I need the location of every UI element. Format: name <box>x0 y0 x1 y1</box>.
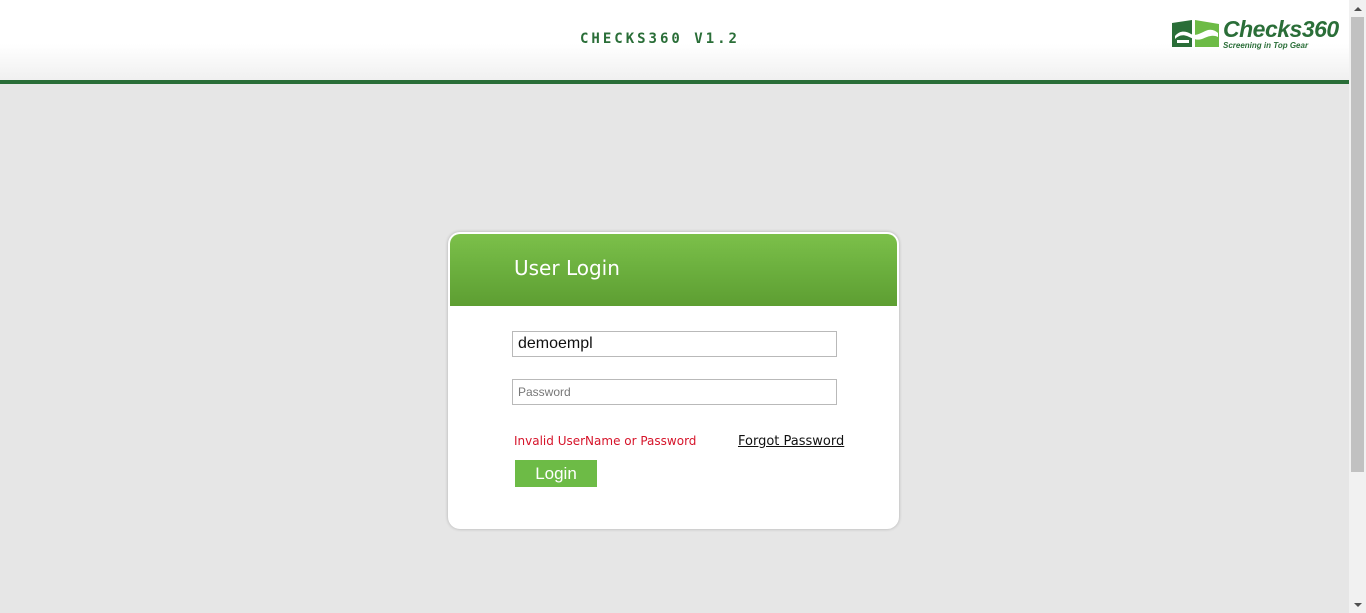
scroll-up-button[interactable] <box>1349 0 1366 17</box>
brand-logo[interactable]: Checks360 Screening in Top Gear <box>1171 16 1341 52</box>
login-panel-header: User Login <box>450 234 897 306</box>
scroll-down-button[interactable] <box>1349 596 1366 613</box>
login-title: User Login <box>514 256 620 280</box>
logo-wordmark: Checks360 <box>1223 16 1339 42</box>
login-error-message: Invalid UserName or Password <box>514 434 697 448</box>
password-input[interactable] <box>512 379 837 405</box>
logo-tagline: Screening in Top Gear <box>1223 41 1309 50</box>
scrollbar-thumb[interactable] <box>1351 17 1364 472</box>
vertical-scrollbar[interactable] <box>1349 0 1366 613</box>
page: CHECKS360 V1.2 Checks360 Screening in To… <box>0 0 1349 613</box>
forgot-password-link[interactable]: Forgot Password <box>738 434 844 449</box>
top-header: CHECKS360 V1.2 Checks360 Screening in To… <box>0 0 1349 84</box>
login-button[interactable]: Login <box>515 460 597 487</box>
chevron-up-icon <box>1353 6 1362 11</box>
app-title: CHECKS360 V1.2 <box>579 31 740 47</box>
checks360-logo-icon <box>1172 20 1219 47</box>
login-panel: User Login Invalid UserName or Password … <box>448 232 899 529</box>
chevron-down-icon <box>1353 602 1362 607</box>
username-input[interactable] <box>512 331 837 357</box>
